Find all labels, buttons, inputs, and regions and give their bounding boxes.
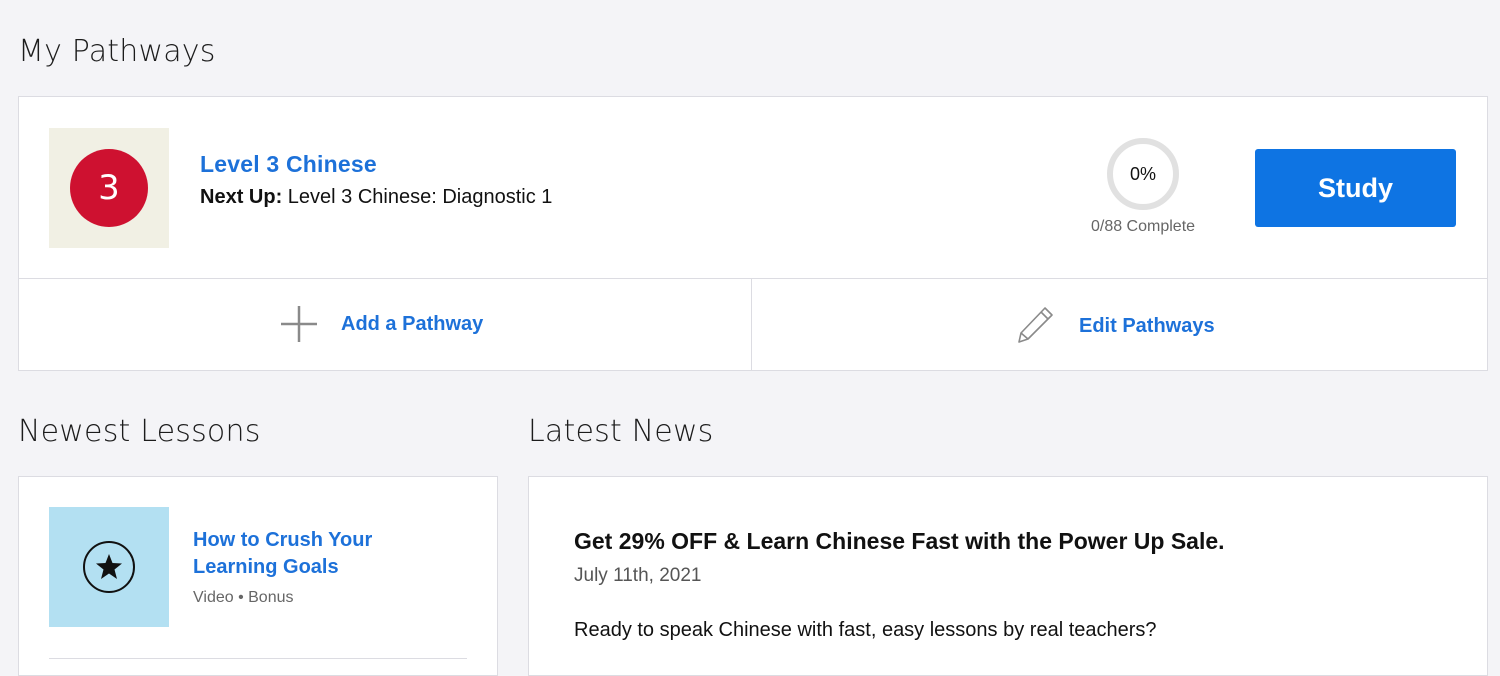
- plus-icon: [281, 306, 317, 342]
- newest-lessons-heading: Newest Lessons: [18, 414, 261, 449]
- my-pathways-heading: My Pathways: [18, 34, 216, 69]
- add-pathway-label[interactable]: Add a Pathway: [341, 313, 483, 336]
- news-date: July 11th, 2021: [574, 565, 702, 586]
- progress-count: 0/88 Complete: [1090, 218, 1196, 235]
- latest-news-heading: Latest News: [528, 414, 714, 449]
- add-pathway-button[interactable]: Add a Pathway: [19, 279, 752, 371]
- news-body: Ready to speak Chinese with fast, easy l…: [574, 619, 1157, 641]
- lessons-card: How to Crush Your Learning Goals Video •…: [18, 476, 498, 676]
- pathway-name-link[interactable]: Level 3 Chinese: [200, 151, 377, 178]
- lesson-meta: Video • Bonus: [193, 589, 294, 606]
- pathway-row: 3 Level 3 Chinese Next Up: Level 3 Chine…: [19, 97, 1487, 279]
- next-up-label: Next Up:: [200, 186, 283, 208]
- divider: [49, 658, 467, 659]
- pathway-thumbnail[interactable]: 3: [49, 128, 169, 248]
- star-icon: [83, 541, 135, 593]
- lesson-thumbnail[interactable]: [49, 507, 169, 627]
- pencil-icon: [1018, 307, 1053, 343]
- news-headline[interactable]: Get 29% OFF & Learn Chinese Fast with th…: [574, 528, 1225, 555]
- edit-pathways-label[interactable]: Edit Pathways: [1079, 315, 1215, 338]
- study-button[interactable]: Study: [1255, 149, 1456, 227]
- next-up-text: Next Up: Level 3 Chinese: Diagnostic 1: [200, 186, 552, 209]
- lesson-title-link[interactable]: How to Crush Your Learning Goals: [193, 527, 453, 581]
- progress-percent: 0%: [1129, 164, 1156, 184]
- pathway-card: 3 Level 3 Chinese Next Up: Level 3 Chine…: [18, 96, 1488, 371]
- level-badge: 3: [70, 149, 148, 227]
- edit-pathways-button[interactable]: Edit Pathways: [752, 279, 1487, 371]
- news-card: Get 29% OFF & Learn Chinese Fast with th…: [528, 476, 1488, 676]
- next-up-value: Level 3 Chinese: Diagnostic 1: [287, 186, 553, 208]
